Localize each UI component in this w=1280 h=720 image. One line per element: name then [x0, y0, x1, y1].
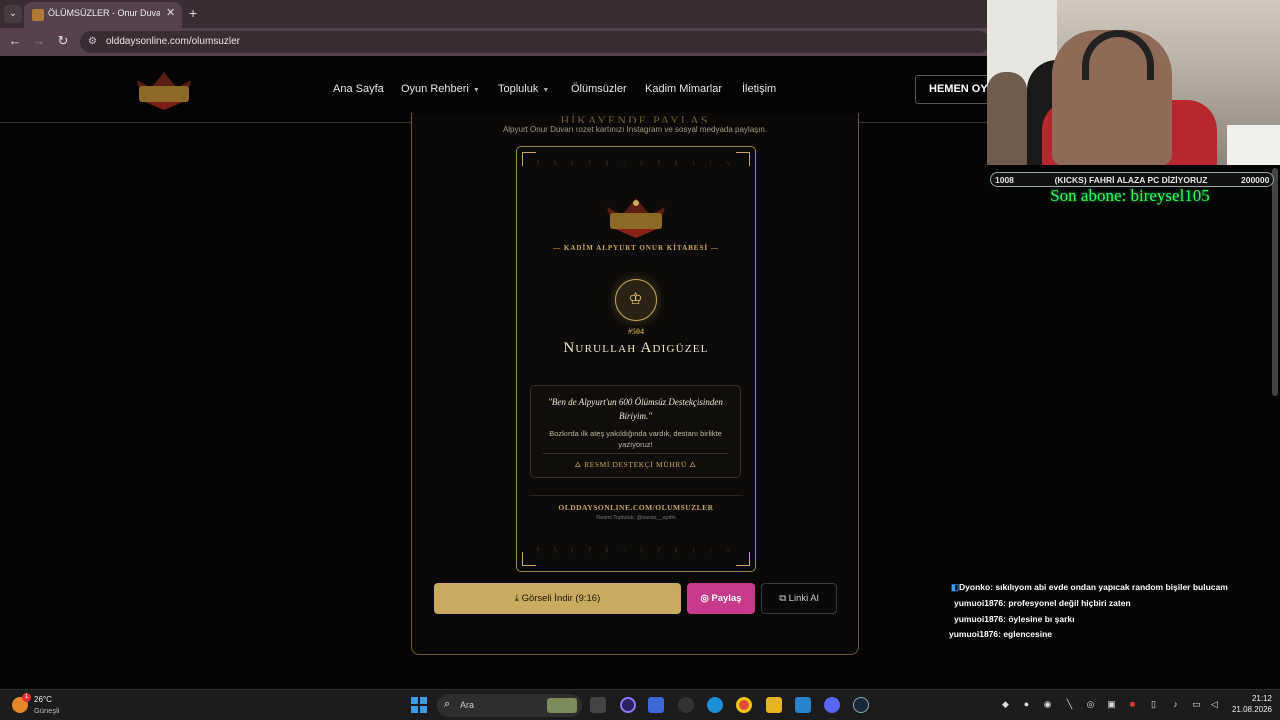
volume-icon[interactable]: ◁: [1209, 699, 1220, 710]
chevron-down-icon: ▼: [542, 87, 550, 94]
network-icon[interactable]: ▭: [1191, 699, 1202, 710]
taskbar: 1 26°C Güneşli ⌕ Ara ◆ ● ◉ ╲ ◎ ▣ ■ ▯ ♪ ▭…: [0, 689, 1280, 720]
download-icon: ⤓: [514, 593, 522, 604]
tray-icon[interactable]: ◉: [1042, 699, 1053, 710]
download-image-button[interactable]: ⤓ Görseli İndir (9:16): [434, 583, 681, 614]
rune-border-top: ᚠ ᚢ ᚦ ᚨ ᚱ ᚲ ᚷ ᚹ ᚺ ᚾ ᛁ ᛃ: [536, 161, 736, 167]
reload-icon[interactable]: ↻: [54, 33, 72, 49]
tab-close-icon[interactable]: ✕: [166, 6, 175, 19]
nav-link-home[interactable]: Ana Sayfa: [333, 83, 384, 95]
card-corner-ornament: [736, 552, 750, 566]
discord-icon[interactable]: [824, 697, 840, 713]
share-description: Alpyurt Onur Duvarı rozet kartınızı Inst…: [502, 125, 768, 134]
card-community-handle: Resmi Topluluk: @savas__aydin: [596, 515, 676, 521]
card-logo: [607, 198, 665, 238]
tab-title: ÖLÜMSÜZLER - Onur Duvarı | O: [48, 8, 160, 18]
steam-icon[interactable]: [853, 697, 869, 713]
donation-goal-bar: 1008 (KICKS) FAHRİ ALAZA PC DİZİYORUZ 20…: [990, 172, 1274, 187]
nav-link-game-guide[interactable]: Oyun Rehberi ▼: [401, 83, 480, 95]
instagram-share-button[interactable]: ◎ Paylaş: [687, 583, 755, 614]
chat-message: yumuoi1876: eglencesine: [949, 629, 1052, 639]
microphone-icon[interactable]: ♪: [1170, 699, 1181, 710]
app-icon[interactable]: [620, 697, 636, 713]
divider: [543, 453, 728, 454]
card-corner-ornament: [522, 552, 536, 566]
crown-badge: ♔: [615, 279, 657, 321]
quote-subtext: Bozkırda ilk ateş yakıldığında vardık, d…: [549, 429, 722, 449]
tray-icon[interactable]: ◆: [1000, 699, 1011, 710]
search-highlight-image: [547, 698, 577, 713]
weather-temperature[interactable]: 26°C: [34, 695, 52, 704]
chrome-browser-icon[interactable]: [736, 697, 752, 713]
notification-badge: 1: [22, 693, 31, 702]
search-icon: ⌕: [444, 698, 451, 710]
member-number: #504: [628, 327, 644, 336]
official-seal-label: 🜂 RESMİ DESTEKÇİ MÜHRÜ 🜂: [574, 460, 697, 469]
forward-arrow-icon[interactable]: →: [30, 33, 48, 48]
tray-icon[interactable]: ╲: [1064, 699, 1075, 710]
tray-icon[interactable]: ▣: [1106, 699, 1117, 710]
edge-browser-icon[interactable]: [707, 697, 723, 713]
quote-box: "Ben de Alpyurt'un 600 Ölümsüz Destekçis…: [530, 385, 741, 478]
card-url: OLDDAYSONLINE.COM/OLUMSUZLER: [558, 503, 714, 512]
site-info-icon[interactable]: ⚙: [88, 36, 100, 48]
share-heading: HİKAYENDE PAYLAŞ: [560, 113, 710, 123]
address-bar[interactable]: ⚙ olddaysonline.com/olumsuzler: [80, 31, 990, 53]
rune-border-bottom: ᚠ ᚢ ᚦ ᚨ ᚱ ᚲ ᚷ ᚹ ᚺ ᚾ ᛁ ᛃ: [536, 548, 736, 554]
app-icon[interactable]: [648, 697, 664, 713]
back-arrow-icon[interactable]: ←: [6, 33, 24, 48]
last-subscriber: Son abone: bireysel105: [1050, 186, 1210, 205]
taskbar-search[interactable]: ⌕ Ara: [437, 694, 582, 717]
chat-message: ◧Dyonko: sıkılıyom abi evde ondan yapıca…: [951, 582, 1228, 592]
copy-icon: ⧉: [779, 593, 789, 604]
chevron-down-icon: ▼: [472, 87, 480, 94]
goal-title: (KICKS) FAHRİ ALAZA PC DİZİYORUZ: [1054, 175, 1208, 185]
chat-badge-icon: ◧: [951, 582, 960, 592]
webcam-overlay: [987, 0, 1280, 165]
webcam-child: [987, 72, 1027, 165]
nav-link-ancient-architects[interactable]: Kadim Mimarlar: [645, 83, 722, 95]
new-tab-button[interactable]: +: [189, 5, 197, 21]
tab-favicon-icon: [32, 9, 44, 21]
card-subtitle: — KADİM ALPYURT ONUR KİTABESİ —: [553, 244, 719, 252]
member-name: Nurullah Adigüzel: [563, 340, 709, 356]
chat-message: yumuoi1876: öylesine bı şarkı: [954, 614, 1075, 624]
app-icon[interactable]: [678, 697, 694, 713]
goal-target: 200000: [1241, 175, 1270, 185]
nav-link-community[interactable]: Topluluk ▼: [498, 83, 549, 95]
app-icon[interactable]: [795, 697, 811, 713]
battery-icon[interactable]: ▯: [1148, 699, 1159, 710]
clock-date[interactable]: 21.08.2026: [1226, 705, 1272, 714]
chat-message: yumuoi1876: profesyonel değil hiçbiri za…: [954, 598, 1131, 608]
weather-description[interactable]: Güneşli: [34, 706, 59, 715]
tray-steam-icon[interactable]: ◎: [1085, 699, 1096, 710]
badge-card: ᚠ ᚢ ᚦ ᚨ ᚱ ᚲ ᚷ ᚹ ᚺ ᚾ ᛁ ᛃ ᚠ ᚢ ᚦ ᚨ ᚱ ᚲ ᚷ ᚹ …: [516, 146, 756, 572]
clock-time[interactable]: 21:12: [1240, 694, 1272, 703]
copy-link-button[interactable]: ⧉ Linki Al: [761, 583, 837, 614]
old-days-logo[interactable]: [133, 68, 195, 112]
webcam-paper: [1227, 125, 1280, 165]
url-text[interactable]: olddaysonline.com/olumsuzler: [106, 36, 240, 47]
task-view-icon[interactable]: [590, 697, 606, 713]
goal-current: 1008: [995, 175, 1014, 185]
nav-link-contact[interactable]: İletişim: [742, 83, 776, 95]
tray-icon[interactable]: ●: [1021, 699, 1032, 710]
browser-tab-active[interactable]: ÖLÜMSÜZLER - Onur Duvarı | O ✕: [24, 2, 182, 28]
quote-text: "Ben de Alpyurt'un 600 Ölümsüz Destekçis…: [548, 397, 723, 421]
instagram-icon: ◎: [700, 593, 712, 604]
crown-icon: ♔: [628, 291, 643, 308]
nav-link-immortals[interactable]: Ölümsüzler: [571, 83, 627, 95]
page-scrollbar[interactable]: [1272, 168, 1278, 396]
stream-chat: ◧Dyonko: sıkılıyom abi evde ondan yapıca…: [949, 580, 1279, 650]
search-placeholder: Ara: [460, 700, 475, 710]
divider: [529, 495, 743, 496]
windows-start-icon[interactable]: [411, 697, 427, 713]
share-panel: HİKAYENDE PAYLAŞ Alpyurt Onur Duvarı roz…: [411, 113, 859, 655]
file-explorer-icon[interactable]: [766, 697, 782, 713]
tab-search-button[interactable]: ⌄: [4, 5, 22, 23]
tray-icon[interactable]: ■: [1127, 699, 1138, 710]
